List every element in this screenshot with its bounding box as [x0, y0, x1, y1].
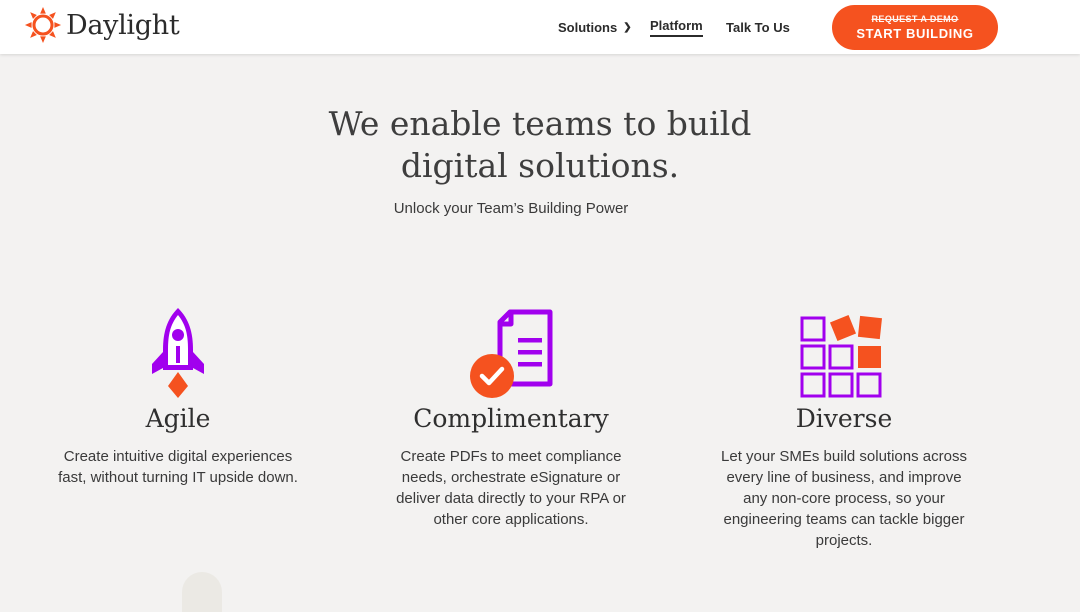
decorative-shape	[182, 572, 222, 612]
top-nav-bar: Daylight Solutions ❯ Platform Talk To Us…	[0, 0, 1080, 54]
feature-title: Agile	[145, 404, 211, 433]
daylight-logo[interactable]: Daylight	[24, 6, 180, 44]
nav-solutions-label: Solutions	[558, 19, 618, 35]
request-demo-label: REQUEST A DEMO	[871, 14, 959, 24]
feature-description: Create intuitive digital experiences fas…	[30, 446, 326, 488]
nav-platform[interactable]: Platform	[650, 0, 703, 54]
description-line: projects.	[815, 532, 873, 549]
page-title: We enable teams to build digital solutio…	[0, 103, 1080, 187]
description-line: fast, without turning IT upside down.	[58, 469, 298, 486]
feature-diverse: Diverse Let your SMEs build solutions ac…	[702, 300, 986, 551]
title-line-2: digital solutions.	[400, 146, 680, 185]
feature-title: Complimentary	[413, 404, 609, 433]
title-line-1: We enable teams to build	[328, 104, 752, 143]
description-line: every line of business, and improve	[726, 469, 962, 486]
description-line: Create intuitive digital experiences	[63, 448, 293, 465]
brand-name: Daylight	[66, 9, 180, 41]
chevron-down-icon: ❯	[623, 21, 632, 33]
start-building-button[interactable]: REQUEST A DEMO START BUILDING	[832, 5, 998, 50]
sun-icon	[24, 6, 62, 44]
feature-description: Let your SMEs build solutions across eve…	[702, 446, 986, 551]
description-line: Create PDFs to meet compliance	[400, 448, 622, 465]
feature-description: Create PDFs to meet compliance needs, or…	[376, 446, 646, 530]
start-building-label: START BUILDING	[856, 26, 974, 41]
description-line: needs, orchestrate eSignature or	[401, 469, 621, 486]
description-line: deliver data directly to your RPA or	[396, 490, 626, 507]
nav-talk-to-us[interactable]: Talk To Us	[726, 0, 790, 54]
description-line: any non-core process, so your	[743, 490, 945, 507]
nav-talk-label: Talk To Us	[726, 19, 790, 35]
description-line: other core applications.	[433, 511, 589, 528]
document-check-icon	[470, 309, 553, 398]
description-line: engineering teams can tackle bigger	[723, 511, 965, 528]
feature-title: Diverse	[795, 404, 893, 433]
feature-agile: Agile Create intuitive digital experienc…	[30, 300, 326, 488]
nav-platform-label: Platform	[650, 18, 703, 37]
feature-complimentary: Complimentary Create PDFs to meet compli…	[376, 300, 646, 530]
description-line: Let your SMEs build solutions across	[721, 448, 967, 465]
blocks-grid-icon	[800, 314, 882, 398]
rocket-icon	[152, 308, 204, 398]
page-subtitle: Unlock your Team’s Building Power	[393, 200, 629, 217]
nav-solutions[interactable]: Solutions ❯	[558, 0, 632, 54]
